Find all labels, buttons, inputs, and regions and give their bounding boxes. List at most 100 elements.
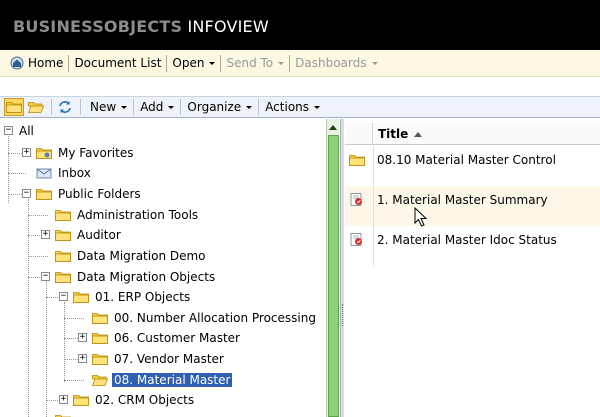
toolbar-separator bbox=[51, 99, 52, 115]
scrollbar-thumb[interactable] bbox=[328, 135, 339, 417]
tree-node-label: Data Migration Demo bbox=[77, 249, 206, 263]
list-header: Title bbox=[345, 123, 600, 145]
collapse-icon[interactable]: − bbox=[4, 126, 13, 135]
expand-icon[interactable]: + bbox=[41, 230, 50, 239]
type-column-header[interactable] bbox=[345, 123, 373, 145]
tree-node-all[interactable]: All bbox=[17, 122, 36, 140]
list-item-title[interactable]: 08.10 Material Master Control bbox=[377, 153, 556, 167]
collapse-icon[interactable]: − bbox=[41, 272, 50, 281]
tree-connector bbox=[28, 235, 42, 236]
tree-scrollbar[interactable] bbox=[326, 119, 339, 417]
tree-connector bbox=[8, 133, 9, 203]
send-to-menu[interactable]: Send To bbox=[221, 54, 291, 72]
chevron-down-icon bbox=[371, 62, 378, 65]
tree-connector bbox=[46, 281, 47, 417]
tree-node-label: My Favorites bbox=[58, 146, 134, 160]
folder-icon bbox=[92, 332, 108, 344]
list-item-title[interactable]: 1. Material Master Summary bbox=[377, 193, 548, 207]
folder-icon bbox=[6, 101, 22, 113]
mouse-cursor-icon bbox=[414, 207, 428, 227]
tree-node-auditor[interactable]: Auditor bbox=[55, 226, 123, 244]
tree-node-data-migration-objects[interactable]: Data Migration Objects bbox=[55, 268, 217, 286]
folder-icon bbox=[55, 229, 71, 241]
column-divider bbox=[373, 226, 374, 266]
inbox-icon bbox=[36, 168, 52, 179]
show-folders-button[interactable] bbox=[4, 98, 24, 116]
tree-node-erp-objects[interactable]: 01. ERP Objects bbox=[73, 288, 192, 306]
add-menu[interactable]: Add bbox=[134, 99, 182, 115]
show-categories-button[interactable] bbox=[26, 98, 46, 116]
pane-splitter[interactable] bbox=[340, 119, 344, 417]
chevron-down-icon bbox=[278, 62, 285, 65]
tree-node-public-folders[interactable]: Public Folders bbox=[36, 185, 143, 203]
actions-menu[interactable]: Actions bbox=[259, 99, 326, 115]
chevron-down-icon bbox=[314, 106, 321, 109]
folder-open-icon bbox=[92, 374, 108, 386]
refresh-button[interactable] bbox=[55, 98, 75, 116]
list-item-title[interactable]: 2. Material Master Idoc Status bbox=[377, 233, 557, 247]
dashboards-menu[interactable]: Dashboards bbox=[290, 55, 382, 72]
title-column-header[interactable]: Title bbox=[378, 127, 423, 141]
expand-icon[interactable]: + bbox=[22, 148, 31, 157]
toolbar-separator bbox=[80, 99, 81, 115]
tree-connector bbox=[8, 173, 26, 174]
tree-node-number-allocation[interactable]: 00. Number Allocation Processing bbox=[92, 309, 318, 327]
tree-connector bbox=[8, 153, 22, 154]
tree-node-data-migration-demo[interactable]: Data Migration Demo bbox=[55, 247, 208, 265]
folder-icon bbox=[55, 250, 71, 262]
expand-icon[interactable]: + bbox=[59, 395, 68, 404]
list-item[interactable]: 1. Material Master Summary bbox=[345, 186, 600, 226]
tree-node-label: Public Folders bbox=[58, 187, 141, 201]
tree-node-label: 01. ERP Objects bbox=[95, 290, 191, 304]
report-icon bbox=[349, 233, 365, 247]
tree-connector bbox=[28, 215, 48, 216]
brand-businessobjects: BUSINESSOBJECTS bbox=[13, 17, 183, 36]
chevron-down-icon bbox=[121, 106, 128, 109]
add-label: Add bbox=[140, 100, 164, 114]
chevron-down-icon bbox=[209, 62, 216, 65]
expand-icon[interactable]: + bbox=[78, 333, 87, 342]
sort-ascending-icon bbox=[414, 131, 423, 137]
favorites-folder-icon bbox=[36, 147, 52, 159]
document-list-link[interactable]: Document List bbox=[69, 54, 168, 72]
tree-connector bbox=[28, 256, 48, 257]
tree-node-my-favorites[interactable]: My Favorites bbox=[36, 144, 135, 162]
list-item[interactable]: 2. Material Master Idoc Status bbox=[345, 226, 600, 266]
open-menu[interactable]: Open bbox=[167, 54, 222, 72]
tree-node-label: All bbox=[19, 124, 34, 138]
tree-connector bbox=[64, 359, 78, 360]
column-divider bbox=[373, 146, 374, 186]
tree-node-label: 08. Material Master bbox=[112, 373, 233, 387]
tree-connector bbox=[46, 400, 60, 401]
scroll-up-icon[interactable] bbox=[327, 122, 339, 134]
expand-icon[interactable]: + bbox=[78, 354, 87, 363]
tree-connector bbox=[64, 338, 78, 339]
tree-node-inbox[interactable]: Inbox bbox=[36, 164, 93, 182]
tree-connector bbox=[28, 277, 42, 278]
collapse-icon[interactable]: − bbox=[22, 189, 31, 198]
collapse-icon[interactable]: − bbox=[59, 292, 68, 301]
new-menu[interactable]: New bbox=[84, 99, 135, 115]
tree-connector bbox=[28, 199, 29, 417]
tree-node-customer-master[interactable]: 06. Customer Master bbox=[92, 329, 242, 347]
new-label: New bbox=[90, 100, 117, 114]
list-item[interactable]: 08.10 Material Master Control bbox=[345, 146, 600, 186]
splitter-grip-icon[interactable] bbox=[342, 304, 344, 326]
tree-node-administration-tools[interactable]: Administration Tools bbox=[55, 206, 200, 224]
send-to-label: Send To bbox=[226, 56, 274, 70]
home-label: Home bbox=[28, 56, 64, 70]
tree-node-label: Auditor bbox=[77, 228, 121, 242]
tree-node-label: 07. Vendor Master bbox=[114, 352, 224, 366]
home-link[interactable]: Home bbox=[5, 54, 70, 72]
report-icon bbox=[349, 193, 365, 207]
brand-infoview: INFOVIEW bbox=[187, 17, 269, 36]
actions-label: Actions bbox=[265, 100, 310, 114]
app-title: BUSINESSOBJECTS INFOVIEW bbox=[13, 17, 269, 36]
folder-icon bbox=[36, 188, 52, 200]
folder-icon bbox=[92, 312, 108, 324]
tree-node-material-master[interactable]: 08. Material Master bbox=[92, 371, 233, 389]
home-icon bbox=[10, 56, 24, 70]
organize-menu[interactable]: Organize bbox=[181, 99, 260, 115]
tree-node-vendor-master[interactable]: 07. Vendor Master bbox=[92, 350, 226, 368]
tree-node-crm-objects[interactable]: 02. CRM Objects bbox=[73, 391, 196, 409]
